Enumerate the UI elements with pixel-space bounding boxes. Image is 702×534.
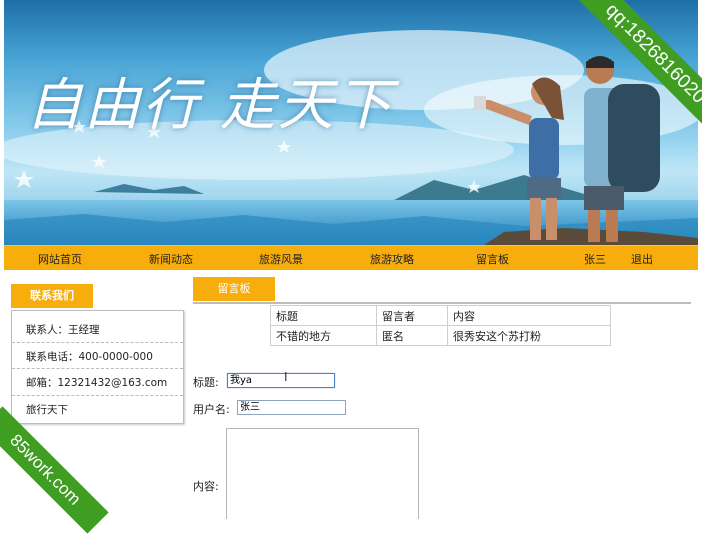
username-input[interactable]: 张三 — [237, 400, 346, 415]
divider — [12, 368, 183, 369]
table-cell-author: 匿名 — [376, 325, 448, 346]
nav-guestbook[interactable]: 留言板 — [476, 251, 509, 267]
nav-guides[interactable]: 旅游攻略 — [370, 251, 414, 267]
divider — [12, 395, 183, 396]
divider — [12, 342, 183, 343]
sidebar-title: 联系我们 — [11, 284, 93, 308]
username-label: 用户名: — [193, 403, 230, 416]
table-header-row: 标题 留言者 内容 — [270, 305, 611, 326]
table-header: 标题 — [270, 305, 377, 326]
tab-guestbook[interactable]: 留言板 — [193, 277, 275, 301]
nav-news[interactable]: 新闻动态 — [149, 251, 193, 267]
contact-phone: 联系电话：400-0000-000 — [26, 351, 153, 363]
contact-box: 联系人：王经理 联系电话：400-0000-000 邮箱：12321432@16… — [11, 310, 184, 424]
guestbook-table: 标题 留言者 内容 不错的地方 匿名 很秀安这个苏打粉 — [270, 305, 611, 346]
tab-divider — [193, 302, 691, 304]
page-frame: 自由行 走天下 网站首页 新闻动态 旅游风景 旅游攻略 留言板 张三 退出 联系… — [4, 0, 698, 519]
nav-logout[interactable]: 退出 — [631, 251, 653, 267]
table-row[interactable]: 不错的地方 匿名 很秀安这个苏打粉 — [270, 325, 611, 346]
table-header: 内容 — [447, 305, 611, 326]
content-textarea[interactable] — [226, 428, 419, 519]
nav-username[interactable]: 张三 — [584, 251, 606, 267]
text-cursor-icon: I — [284, 370, 288, 384]
title-input[interactable]: 我ya — [227, 373, 335, 388]
content-label: 内容: — [193, 480, 219, 493]
main-nav: 网站首页 新闻动态 旅游风景 旅游攻略 留言板 张三 退出 — [4, 245, 698, 270]
contact-person: 联系人：王经理 — [26, 324, 100, 336]
contact-sidebar: 联系我们 联系人：王经理 联系电话：400-0000-000 邮箱：123214… — [11, 284, 184, 424]
table-cell-title: 不错的地方 — [270, 325, 377, 346]
sidebar-link-travel[interactable]: 旅行天下 — [26, 402, 68, 417]
nav-scenery[interactable]: 旅游风景 — [259, 251, 303, 267]
title-label: 标题: — [193, 376, 219, 389]
table-cell-content: 很秀安这个苏打粉 — [447, 325, 611, 346]
table-header: 留言者 — [376, 305, 448, 326]
nav-home[interactable]: 网站首页 — [38, 251, 82, 267]
hero-banner: 自由行 走天下 — [4, 0, 698, 245]
contact-email: 邮箱：12321432@163.com — [26, 377, 168, 389]
banner-slogan: 自由行 走天下 — [26, 73, 394, 138]
